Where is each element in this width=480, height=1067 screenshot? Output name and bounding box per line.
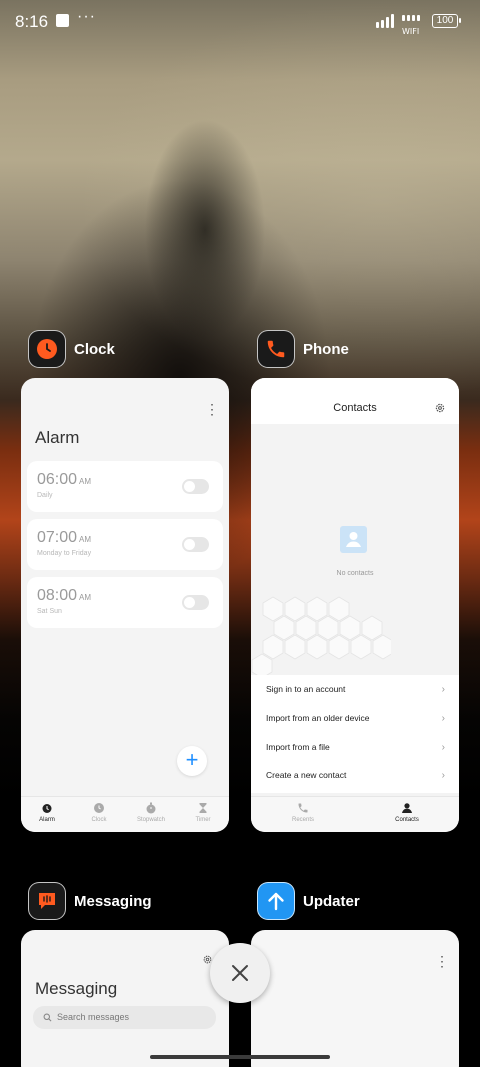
battery-level: 100 <box>436 15 454 26</box>
alarm-repeat: Sat Sun <box>37 608 62 615</box>
tab-timer[interactable]: Timer <box>177 797 229 832</box>
alarm-ampm: AM <box>79 477 92 486</box>
tab-label: Recents <box>291 817 314 823</box>
chevron-right-icon: › <box>441 712 445 724</box>
tab-label: Timer <box>195 817 211 823</box>
alarm-item[interactable]: 08:00 AM Sat Sun <box>27 577 223 628</box>
more-notifications-icon: ··· <box>77 8 96 25</box>
recent-card-phone[interactable]: Contacts No contacts Sign in to an accou… <box>251 378 459 832</box>
status-bar: 8:16 ··· WIFI 100 <box>0 0 480 44</box>
menu-label: Import from an older device <box>266 713 370 723</box>
clock-icon <box>94 803 104 813</box>
arrow-up-icon <box>268 892 284 911</box>
home-indicator[interactable] <box>150 1055 330 1059</box>
app-name-messaging: Messaging <box>74 892 152 910</box>
phone-app-icon[interactable] <box>257 330 295 368</box>
app-name-clock: Clock <box>74 340 115 358</box>
hourglass-icon <box>199 803 207 813</box>
alarm-repeat: Monday to Friday <box>37 550 92 557</box>
recent-app-header-messaging[interactable]: Messaging <box>28 882 152 920</box>
wifi-label: WIFI <box>402 27 420 36</box>
alarm-time: 08:00 <box>37 587 78 604</box>
alarm-time: 06:00 <box>37 471 78 488</box>
alarm-time: 07:00 <box>37 529 78 546</box>
chevron-right-icon: › <box>441 741 445 753</box>
app-name-updater: Updater <box>303 892 360 910</box>
tab-alarm[interactable]: Alarm <box>21 797 73 832</box>
contact-placeholder-icon <box>340 526 367 553</box>
contacts-title: Contacts <box>333 402 377 414</box>
alarm-item[interactable]: 06:00 AM Daily <box>27 461 223 512</box>
signal-icon <box>376 14 394 28</box>
tab-recents[interactable]: Recents <box>251 797 355 832</box>
menu-import-file[interactable]: Import from a file › <box>266 733 445 761</box>
messaging-title: Messaging <box>35 979 118 998</box>
person-icon <box>402 803 412 813</box>
alarm-icon <box>42 804 52 813</box>
recent-card-updater[interactable]: ⋮ <box>251 930 459 1067</box>
app-name-phone: Phone <box>303 340 349 358</box>
recent-card-messaging[interactable]: Messaging Search messages <box>21 930 229 1067</box>
phone-icon <box>267 340 285 358</box>
alarm-title: Alarm <box>35 428 80 447</box>
recent-app-header-clock[interactable]: Clock <box>28 330 115 368</box>
recent-card-clock[interactable]: ⋮ Alarm 06:00 AM Daily 07:00 AM Monday to … <box>21 378 229 832</box>
battery-icon: 100 <box>432 14 461 28</box>
alarm-ampm: AM <box>79 593 92 602</box>
message-icon <box>39 893 55 909</box>
alarm-item[interactable]: 07:00 AM Monday to Friday <box>27 519 223 570</box>
alarm-repeat: Daily <box>37 492 53 499</box>
no-contacts-text: No contacts <box>336 570 374 577</box>
contacts-header: Contacts <box>251 378 459 424</box>
tab-contacts[interactable]: Contacts <box>355 797 459 832</box>
status-time: 8:16 <box>15 12 49 31</box>
tab-stopwatch[interactable]: Stopwatch <box>125 797 177 832</box>
updater-app-icon[interactable] <box>257 882 295 920</box>
clock-app-icon[interactable] <box>28 330 66 368</box>
search-placeholder: Search messages <box>57 1012 130 1022</box>
hexagon-pattern <box>251 596 391 678</box>
close-icon <box>232 965 248 981</box>
alarm-toggle[interactable] <box>182 479 209 494</box>
tab-clock[interactable]: Clock <box>73 797 125 832</box>
tab-label: Contacts <box>395 817 419 823</box>
stopwatch-icon <box>146 802 156 814</box>
alarm-toggle[interactable] <box>182 537 209 552</box>
menu-create-contact[interactable]: Create a new contact › <box>266 761 445 789</box>
wifi-icon: WIFI <box>402 13 428 36</box>
phone-icon <box>298 803 308 813</box>
menu-label: Create a new contact <box>266 770 347 780</box>
clear-all-button[interactable] <box>210 943 270 1003</box>
menu-label: Sign in to an account <box>266 684 346 694</box>
notification-icon <box>56 14 69 27</box>
more-options-icon[interactable]: ⋮ <box>205 402 219 416</box>
tab-label: Clock <box>91 817 107 823</box>
tab-label: Stopwatch <box>136 817 166 823</box>
menu-sign-in[interactable]: Sign in to an account › <box>266 675 445 703</box>
add-alarm-button[interactable]: + <box>177 746 207 776</box>
search-messages-input[interactable]: Search messages <box>33 1006 216 1029</box>
chevron-right-icon: › <box>441 769 445 781</box>
chevron-right-icon: › <box>441 683 445 695</box>
more-options-icon[interactable]: ⋮ <box>435 954 449 968</box>
alarm-ampm: AM <box>79 535 92 544</box>
recent-app-header-updater[interactable]: Updater <box>257 882 360 920</box>
search-icon <box>43 1013 52 1022</box>
tab-label: Alarm <box>39 817 55 823</box>
contacts-menu: Sign in to an account › Import from an ol… <box>251 675 459 793</box>
alarm-toggle[interactable] <box>182 595 209 610</box>
recent-app-header-phone[interactable]: Phone <box>257 330 349 368</box>
phone-bottom-nav: Recents Contacts <box>251 796 459 832</box>
gear-icon[interactable] <box>434 402 446 414</box>
clock-bottom-nav: Alarm Clock Stopwatch Timer <box>21 796 229 832</box>
menu-import-older-device[interactable]: Import from an older device › <box>266 704 445 732</box>
messaging-app-icon[interactable] <box>28 882 66 920</box>
menu-label: Import from a file <box>266 742 330 752</box>
